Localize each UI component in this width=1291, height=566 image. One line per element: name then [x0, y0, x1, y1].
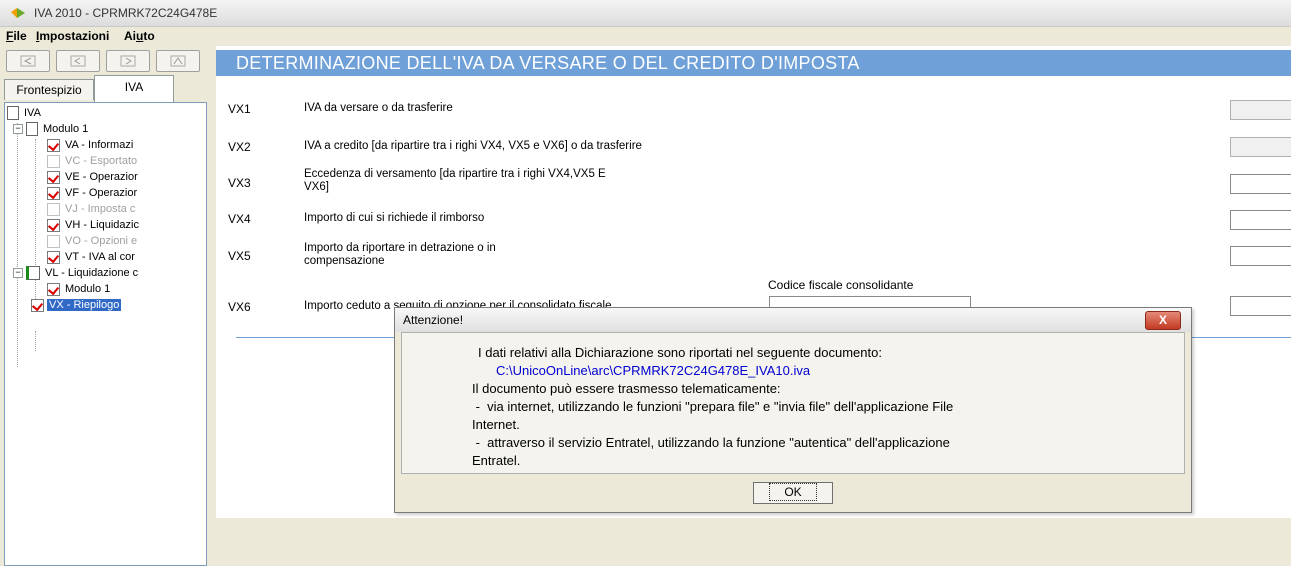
tree-node-vx[interactable]: VX - Riepilogo [31, 297, 122, 313]
row-code-vx4: VX4 [228, 212, 251, 226]
row-code-vx5: VX5 [228, 249, 251, 263]
dialog-titlebar: Attenzione! X [395, 308, 1191, 332]
tree-node-vc[interactable]: VC - Esportato [47, 153, 139, 169]
dialog-footer: OK [395, 474, 1191, 512]
nav-prev-button[interactable] [56, 50, 100, 72]
dialog-message-line: Entratel. [472, 453, 521, 468]
unchecked-icon [47, 202, 60, 216]
row-code-vx2: VX2 [228, 140, 251, 154]
alert-dialog: Attenzione! X I dati relativi alla Dichi… [394, 307, 1192, 513]
vx6-field[interactable] [1230, 296, 1291, 316]
book-icon [26, 266, 40, 281]
checked-icon [47, 186, 60, 200]
checked-icon [47, 138, 60, 152]
tree-node-vj[interactable]: VJ - Imposta c [47, 201, 137, 217]
checked-icon [47, 170, 60, 184]
nav-first-button[interactable] [6, 50, 50, 72]
up-icon [170, 55, 186, 67]
prev-icon [70, 55, 86, 67]
menu-impostazioni[interactable]: Impostazioni [36, 29, 109, 43]
window-title: IVA 2010 - CPRMRK72C24G478E [34, 6, 218, 20]
row-desc-vx1: IVA da versare o da trasferire [304, 102, 453, 114]
close-icon: X [1158, 313, 1167, 327]
unchecked-icon [47, 234, 60, 248]
vx4-field[interactable] [1230, 210, 1291, 230]
left-panel: Frontespizio IVA IVA − Modulo 1 VA - Info… [0, 46, 210, 566]
row-desc-vx5: Importo da riportare in detrazione o in c… [304, 242, 496, 267]
dialog-title: Attenzione! [403, 313, 464, 327]
vx3-field[interactable] [1230, 174, 1291, 194]
tree-guide [17, 123, 18, 367]
dialog-file-path: C:\UnicoOnLine\arc\CPRMRK72C24G478E_IVA1… [496, 363, 811, 378]
row-desc-vx2: IVA a credito [da ripartire tra i righi … [304, 140, 642, 152]
tree-node-vh[interactable]: VH - Liquidazic [47, 217, 141, 233]
section-header: DETERMINAZIONE DELL'IVA DA VERSARE O DEL… [216, 50, 1291, 76]
tree-node-vt[interactable]: VT - IVA al cor [47, 249, 137, 265]
dialog-message-line: Internet. [472, 417, 520, 432]
dialog-message-line: - via internet, utilizzando le funzioni … [472, 399, 954, 414]
dialog-body: I dati relativi alla Dichiarazione sono … [401, 332, 1185, 474]
menu-file[interactable]: File [6, 29, 27, 43]
tree-node-vl-modulo1[interactable]: Modulo 1 [47, 281, 112, 297]
tree-node-vf[interactable]: VF - Operazior [47, 185, 139, 201]
nav-up-button[interactable] [156, 50, 200, 72]
tree-guide [35, 331, 36, 351]
menu-aiuto[interactable]: Aiuto [124, 29, 155, 43]
collapse-icon[interactable]: − [13, 268, 23, 279]
tree-node-va[interactable]: VA - Informazi [47, 137, 135, 153]
ok-button[interactable]: OK [753, 482, 833, 504]
tree-node-iva[interactable]: IVA [7, 105, 43, 121]
dialog-message-line: - attraverso il servizio Entratel, utili… [472, 435, 950, 450]
tree-node-ve[interactable]: VE - Operazior [47, 169, 140, 185]
tree-node-vl[interactable]: − VL - Liquidazione c [13, 265, 140, 281]
row-code-vx3: VX3 [228, 176, 251, 190]
tree-node-vo[interactable]: VO - Opzioni e [47, 233, 139, 249]
dialog-message-line: Il documento può essere trasmesso telema… [472, 381, 781, 396]
next-icon [120, 55, 136, 67]
row-desc-vx4: Importo di cui si richiede il rimborso [304, 212, 485, 224]
collapse-icon[interactable]: − [13, 124, 23, 135]
app-icon [11, 8, 25, 18]
unchecked-icon [47, 154, 60, 168]
tree-node-modulo1[interactable]: − Modulo 1 [13, 121, 90, 137]
book-icon [26, 122, 38, 137]
close-button[interactable]: X [1145, 311, 1181, 330]
row-desc-vx3: Eccedenza di versamento [da ripartire tr… [304, 168, 606, 193]
vx2-field[interactable] [1230, 137, 1291, 157]
window-titlebar: IVA 2010 - CPRMRK72C24G478E [0, 0, 1291, 27]
section-title: DETERMINAZIONE DELL'IVA DA VERSARE O DEL… [236, 53, 860, 73]
row-code-vx1: VX1 [228, 102, 251, 116]
book-icon [7, 106, 19, 121]
tab-frontespizio[interactable]: Frontespizio [4, 79, 94, 100]
codice-fiscale-label: Codice fiscale consolidante [768, 278, 914, 292]
checked-icon [47, 250, 60, 264]
menu-bar: File Impostazioni Aiuto [0, 27, 1291, 45]
checked-icon [31, 298, 44, 312]
nav-next-button[interactable] [106, 50, 150, 72]
first-icon [20, 55, 36, 67]
tab-iva[interactable]: IVA [94, 75, 174, 102]
row-code-vx6: VX6 [228, 300, 251, 314]
dialog-message-line: I dati relativi alla Dichiarazione sono … [478, 345, 882, 360]
checked-icon [47, 218, 60, 232]
checked-icon [47, 282, 60, 296]
tree-view: IVA − Modulo 1 VA - Informazi VC - Esport… [4, 102, 207, 566]
vx5-field[interactable] [1230, 246, 1291, 266]
vx1-field[interactable] [1230, 100, 1291, 120]
